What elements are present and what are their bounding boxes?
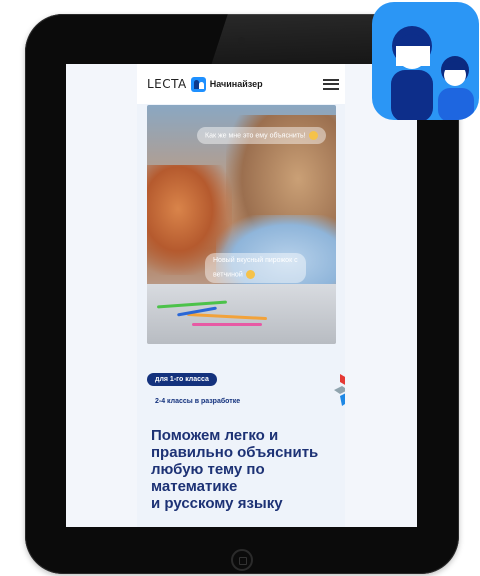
- speech-bubble-2: Новый вкусный пирожок с ветчиной: [205, 253, 306, 283]
- headline-line: математике: [151, 478, 238, 495]
- app-icon[interactable]: [372, 2, 479, 120]
- app-icon-figures: [391, 26, 474, 120]
- tablet-screen: LECTA Начинайзер Как же мне это ему объя…: [66, 64, 417, 527]
- pencil-pink: [192, 323, 262, 326]
- speech-bubble-1: Как же мне это ему объяснить!: [197, 127, 326, 144]
- lecta-logo-icon: [190, 76, 206, 92]
- development-note: 2-4 классы в разработке: [155, 398, 241, 405]
- home-button-icon[interactable]: [231, 549, 253, 571]
- desk: [147, 284, 336, 344]
- speech-bubble-2-line1: Новый вкусный пирожок с: [213, 257, 298, 264]
- hero-image: Как же мне это ему объяснить! Новый вкус…: [147, 105, 336, 344]
- lecta-emblem-icon: [334, 374, 345, 406]
- speech-bubble-2-line2: ветчиной: [213, 270, 298, 279]
- menu-icon[interactable]: [323, 78, 339, 90]
- headline-line: и русскому языку: [151, 495, 283, 512]
- headline-line: правильно объяснить: [151, 444, 319, 461]
- mobile-page: LECTA Начинайзер Как же мне это ему объя…: [137, 64, 345, 527]
- info-section: для 1-го класса 2-4 классы в разработке …: [147, 349, 345, 527]
- speech-bubble-1-text: Как же мне это ему объяснить!: [205, 132, 306, 140]
- brand-name[interactable]: LECTA: [147, 77, 187, 91]
- headline: Поможем легко и правильно объяснить любу…: [151, 427, 337, 512]
- grade-badge: для 1-го класса: [147, 373, 217, 386]
- front-camera: [238, 37, 245, 44]
- headline-line: Поможем легко и: [151, 427, 279, 444]
- headline-line: любую тему по: [151, 461, 265, 478]
- product-name[interactable]: Начинайзер: [210, 79, 263, 89]
- navbar: LECTA Начинайзер: [137, 64, 345, 104]
- emoji-icon: [308, 131, 318, 140]
- emoji-icon: [245, 270, 255, 279]
